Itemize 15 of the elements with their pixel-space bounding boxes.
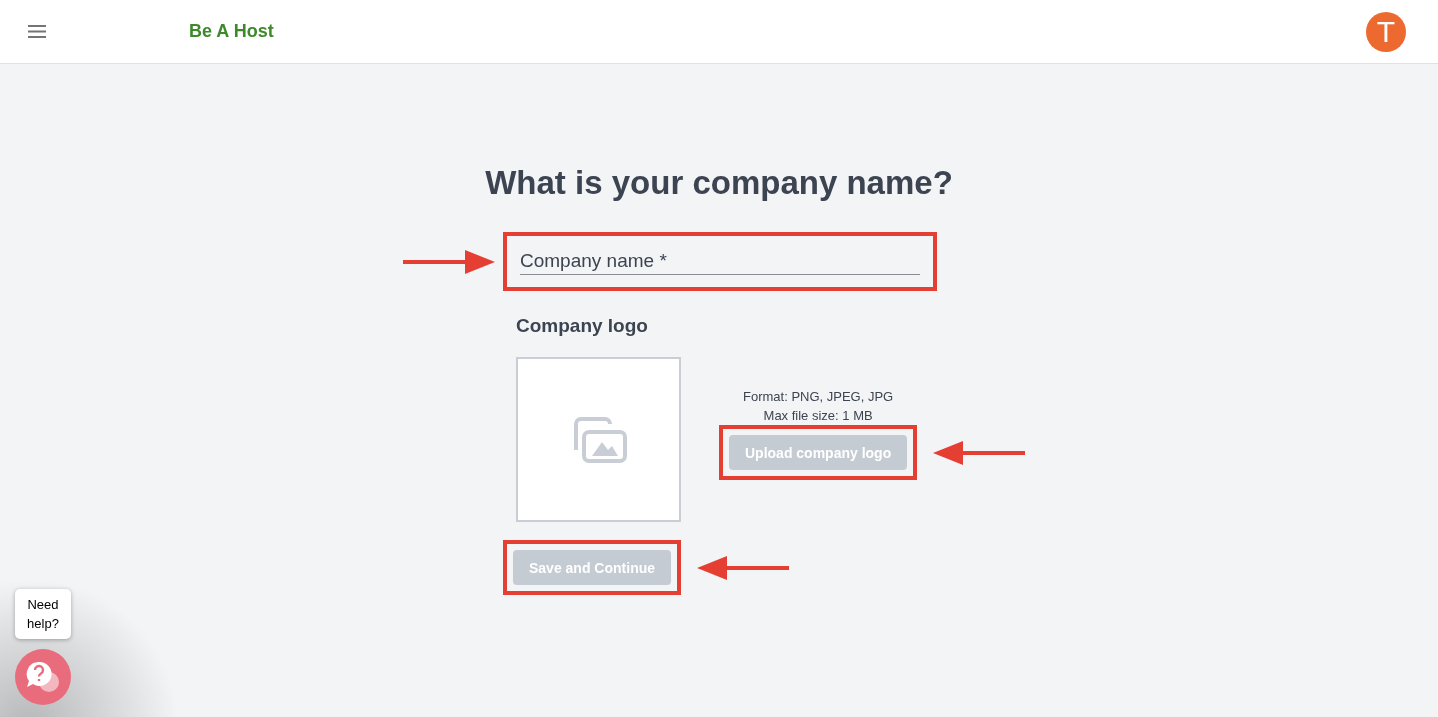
help-chat-button[interactable]	[15, 649, 71, 705]
user-avatar[interactable]: T	[1366, 11, 1406, 52]
size-note: Max file size: 1 MB	[763, 407, 873, 425]
arrow-icon	[403, 249, 495, 274]
company-name-field[interactable]: Company name *	[520, 236, 920, 275]
brand-title[interactable]: Be A Host	[189, 21, 274, 42]
section-label: Company logo	[516, 315, 649, 337]
arrow-icon	[697, 555, 790, 580]
logo-dropzone[interactable]	[516, 357, 681, 522]
menu-icon[interactable]	[28, 25, 46, 38]
page-title: What is your company name?	[485, 164, 953, 202]
help-tooltip: Need help?	[15, 589, 71, 639]
format-note: Format: PNG, JPEG, JPG	[743, 388, 894, 406]
arrow-icon	[933, 440, 1026, 465]
chat-bubbles-icon	[25, 660, 61, 694]
